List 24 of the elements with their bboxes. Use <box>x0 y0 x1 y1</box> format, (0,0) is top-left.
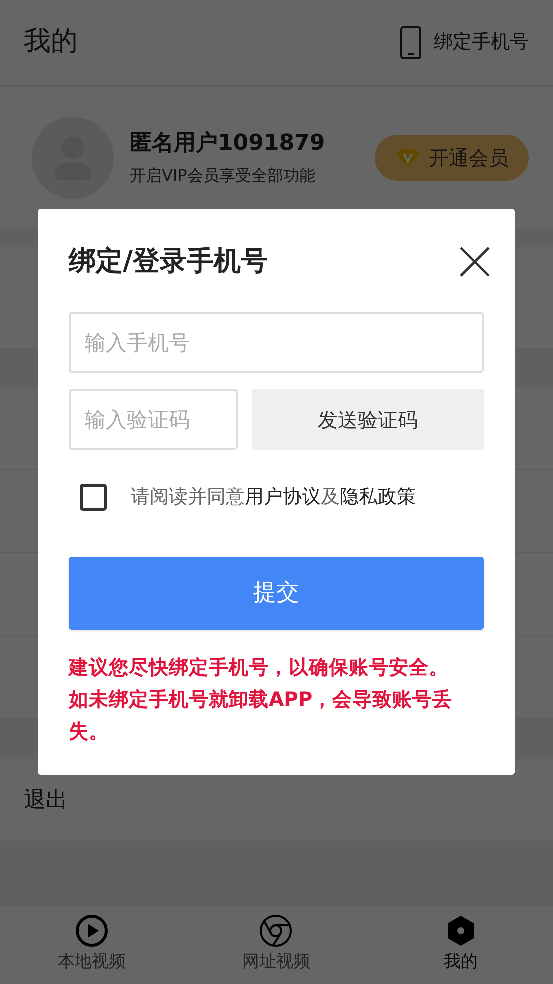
nav-tab[interactable]: 网址视频 <box>184 906 369 984</box>
close-icon <box>458 245 492 279</box>
agree-checkbox[interactable] <box>80 484 107 510</box>
nav-tab[interactable]: 我的 <box>368 906 553 984</box>
policy-link[interactable]: 用户协议 <box>245 486 321 508</box>
agreement-text: 请阅读并同意用户协议及隐私政策 <box>131 484 416 510</box>
play-icon <box>75 914 110 948</box>
vip-hint: 开启VIP会员享受全部功能 <box>130 165 316 187</box>
send-code-button[interactable]: 发送验证码 <box>252 389 484 450</box>
user-name: 匿名用户1091879 <box>130 130 326 158</box>
bind-phone-button[interactable]: 绑定手机号 <box>400 26 529 60</box>
phone-icon <box>400 26 422 60</box>
dialog-title: 绑定/登录手机号 <box>69 244 268 279</box>
vip-button[interactable]: 开通会员 <box>375 134 529 180</box>
submit-button[interactable]: 提交 <box>69 557 484 630</box>
nav-tab[interactable]: 本地视频 <box>0 906 184 984</box>
warning-text: 建议您尽快绑定手机号，以确保账号安全。如未绑定手机号就卸载APP，会导致账号丢失。 <box>69 655 454 745</box>
aperture-icon <box>259 914 294 948</box>
phone-input[interactable]: 输入手机号 <box>69 312 484 373</box>
diamond-icon <box>395 148 421 168</box>
close-button[interactable] <box>458 245 492 279</box>
page-title: 我的 <box>24 25 78 60</box>
code-input[interactable]: 输入验证码 <box>69 389 238 450</box>
policy-link[interactable]: 隐私政策 <box>340 486 416 508</box>
